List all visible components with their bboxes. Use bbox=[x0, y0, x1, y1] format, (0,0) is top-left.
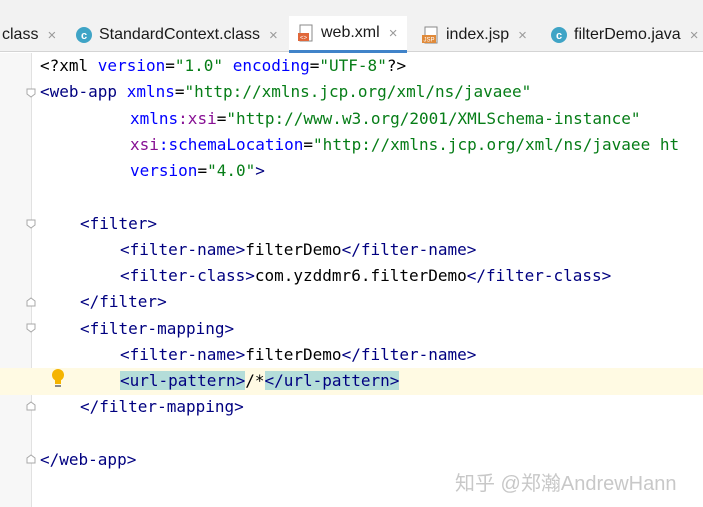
code-line-14: </filter-mapping> bbox=[80, 397, 244, 416]
tab-index-jsp[interactable]: JSP index.jsp × bbox=[422, 18, 527, 52]
tab-label: filterDemo.java bbox=[574, 26, 681, 43]
matched-close-tag: </url-pattern> bbox=[264, 371, 400, 390]
code-line-13: <url-pattern>/*</url-pattern> bbox=[120, 371, 400, 390]
code-line-3: xmlns:xsi="http://www.w3.org/2001/XMLSch… bbox=[130, 109, 641, 128]
close-icon[interactable]: × bbox=[47, 27, 56, 44]
tab-class-partial[interactable]: class × bbox=[2, 18, 56, 52]
fold-collapse-icon[interactable] bbox=[26, 454, 36, 464]
code-line-8: <filter-name>filterDemo</filter-name> bbox=[120, 240, 477, 259]
editor-tab-bar: class × c StandardContext.class × <> web… bbox=[0, 0, 703, 53]
tab-web-xml[interactable]: <> web.xml × bbox=[289, 16, 408, 53]
class-file-icon: c bbox=[76, 27, 92, 43]
code-line-2: <web-app xmlns="http://xmlns.jcp.org/xml… bbox=[40, 82, 532, 101]
close-icon[interactable]: × bbox=[518, 27, 527, 44]
matched-open-tag: <url-pattern> bbox=[120, 371, 246, 390]
fold-expand-icon[interactable] bbox=[26, 88, 36, 98]
code-line-7: <filter> bbox=[80, 214, 158, 233]
code-line-12: <filter-name>filterDemo</filter-name> bbox=[120, 345, 477, 364]
fold-collapse-icon[interactable] bbox=[26, 401, 36, 411]
code-line-11: <filter-mapping> bbox=[80, 319, 235, 338]
svg-text:c: c bbox=[556, 30, 562, 42]
close-icon[interactable]: × bbox=[389, 25, 398, 42]
xml-file-icon: <> bbox=[298, 24, 313, 42]
lightbulb-icon[interactable] bbox=[50, 368, 66, 390]
svg-text:JSP: JSP bbox=[423, 38, 434, 44]
tab-label: index.jsp bbox=[446, 26, 510, 43]
code-line-1: <?xml version="1.0" encoding="UTF-8"?> bbox=[40, 56, 407, 75]
svg-text:c: c bbox=[81, 30, 87, 42]
class-file-icon: c bbox=[551, 27, 567, 43]
tab-filterdemo-java[interactable]: c filterDemo.java × bbox=[550, 18, 698, 52]
tab-standardcontext-class[interactable]: c StandardContext.class × bbox=[75, 18, 278, 52]
watermark: 知乎 @郑瀚AndrewHann bbox=[455, 473, 677, 495]
code-line-5: version="4.0"> bbox=[130, 161, 265, 180]
jsp-file-icon: JSP bbox=[422, 26, 438, 44]
svg-text:<>: <> bbox=[300, 36, 308, 42]
tab-label: class bbox=[2, 26, 39, 43]
code-line-9: <filter-class>com.yzddmr6.filterDemo</fi… bbox=[120, 266, 612, 285]
close-icon[interactable]: × bbox=[690, 27, 699, 44]
code-line-16: </web-app> bbox=[40, 450, 137, 469]
fold-collapse-icon[interactable] bbox=[26, 297, 36, 307]
tab-label: web.xml bbox=[321, 24, 380, 41]
code-line-10: </filter> bbox=[80, 292, 167, 311]
editor-gutter bbox=[0, 53, 32, 507]
fold-expand-icon[interactable] bbox=[26, 323, 36, 333]
tab-label: StandardContext.class bbox=[99, 26, 260, 43]
code-line-4: xsi:schemaLocation="http://xmlns.jcp.org… bbox=[130, 135, 680, 154]
close-icon[interactable]: × bbox=[269, 27, 278, 44]
fold-expand-icon[interactable] bbox=[26, 219, 36, 229]
